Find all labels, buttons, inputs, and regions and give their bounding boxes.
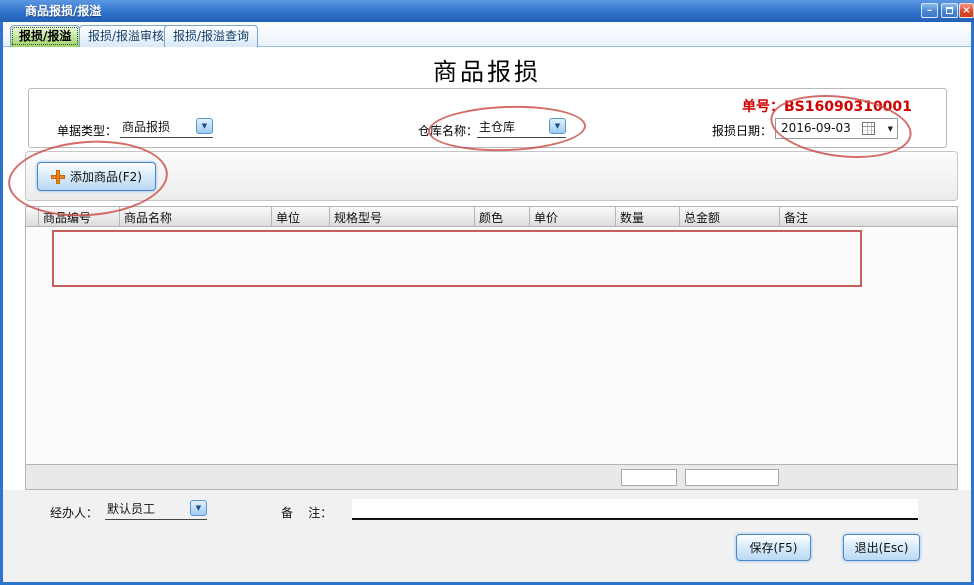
calendar-icon — [862, 122, 875, 135]
tab-strip: 报损/报溢 报损/报溢审核 报损/报溢查询 — [3, 22, 971, 47]
save-button[interactable]: 保存(F5) — [736, 534, 811, 561]
date-value: 2016-09-03 — [781, 121, 851, 135]
chevron-down-icon: ▼ — [195, 504, 202, 512]
maximize-icon — [946, 7, 953, 14]
tab-baosun-chaxun[interactable]: 报损/报溢查询 — [164, 25, 259, 47]
grid-header-unit-price: 单价 — [530, 206, 616, 227]
grid-header-selector — [25, 206, 39, 227]
doc-number-value: BS16090310001 — [784, 99, 912, 115]
grid-header-unit: 单位 — [272, 206, 330, 227]
minimize-icon: – — [927, 5, 932, 16]
page-title: 商品报损 — [433, 58, 541, 86]
grid-body-empty — [25, 227, 958, 464]
toolbar — [25, 151, 958, 201]
minimize-button[interactable]: – — [921, 3, 938, 18]
grid-summary-bar — [25, 464, 958, 490]
amount-total-box — [685, 469, 779, 486]
add-product-button[interactable]: 添加商品(F2) — [37, 162, 156, 191]
exit-button[interactable]: 退出(Esc) — [843, 534, 920, 561]
maximize-button[interactable] — [941, 3, 958, 18]
plus-icon — [51, 169, 66, 184]
operator-combobox[interactable]: 默认员工 ▼ — [105, 500, 207, 520]
tab-baosun-baoyi[interactable]: 报损/报溢 — [10, 25, 81, 47]
doc-number-label: 单号： — [742, 99, 784, 115]
close-icon: × — [962, 5, 971, 16]
doc-type-value: 商品报损 — [122, 120, 171, 134]
grid-header-quantity: 数量 — [616, 206, 680, 227]
doc-type-dropdown-button[interactable]: ▼ — [196, 118, 213, 134]
warehouse-label: 仓库名称： — [418, 124, 479, 138]
close-button[interactable]: × — [959, 3, 974, 18]
window-title: 商品报损/报溢 — [25, 4, 102, 18]
grid-header-product-code: 商品编号 — [39, 206, 120, 227]
warehouse-dropdown-button[interactable]: ▼ — [549, 118, 566, 134]
doc-type-combobox[interactable]: 商品报损 ▼ — [120, 118, 213, 138]
doc-type-label: 单据类型： — [57, 124, 118, 138]
chevron-down-icon: ▼ — [201, 122, 208, 130]
chevron-down-icon: ▼ — [887, 125, 893, 133]
operator-dropdown-button[interactable]: ▼ — [190, 500, 207, 516]
quantity-total-box — [621, 469, 677, 486]
grid-header-spec: 规格型号 — [330, 206, 475, 227]
chevron-down-icon: ▼ — [554, 122, 561, 130]
window-border-left — [0, 0, 3, 585]
grid-header-row: 商品编号 商品名称 单位 规格型号 颜色 单价 数量 总金额 备注 — [25, 206, 958, 227]
add-product-label: 添加商品(F2) — [70, 170, 142, 184]
warehouse-combobox[interactable]: 主仓库 ▼ — [477, 118, 566, 138]
date-picker[interactable]: 2016-09-03 ▼ — [775, 118, 898, 139]
operator-label: 经办人： — [50, 506, 99, 520]
date-label: 报损日期： — [712, 124, 773, 138]
remark-label: 备 注： — [281, 506, 333, 520]
warehouse-value: 主仓库 — [479, 120, 516, 134]
operator-value: 默认员工 — [107, 502, 156, 516]
grid-header-total-amount: 总金额 — [680, 206, 780, 227]
app-window: 商品报损/报溢 – × 报损/报溢 报损/报溢审核 报损/报溢查询 商品报损 单… — [0, 0, 974, 585]
grid-header-product-name: 商品名称 — [120, 206, 272, 227]
doc-number: 单号：BS16090310001 — [742, 96, 912, 116]
remark-input[interactable] — [352, 499, 918, 520]
grid-header-remark: 备注 — [780, 206, 958, 227]
tab-baosun-shenhe[interactable]: 报损/报溢审核 — [79, 25, 174, 47]
title-bar[interactable]: 商品报损/报溢 — [0, 0, 974, 22]
grid-header-color: 颜色 — [475, 206, 530, 227]
